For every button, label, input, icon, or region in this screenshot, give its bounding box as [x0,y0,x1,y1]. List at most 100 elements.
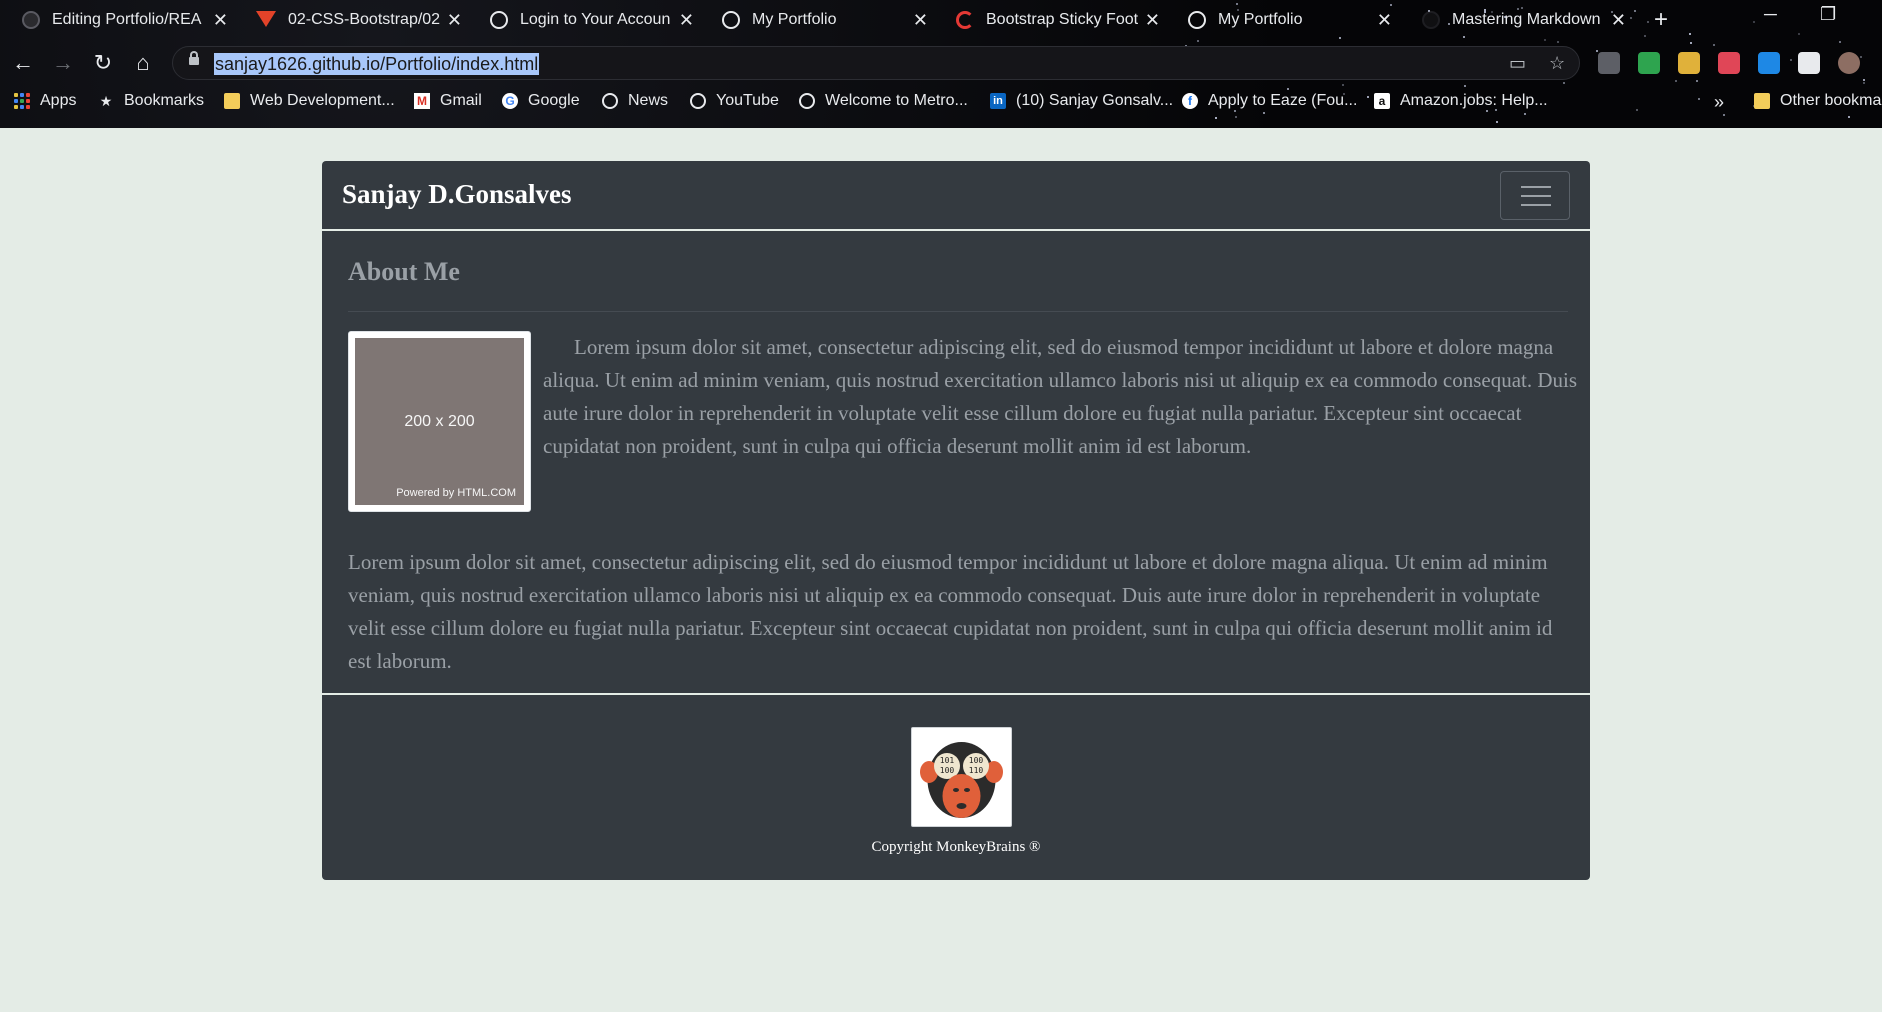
hamburger-icon [1521,204,1551,206]
globe-icon [690,93,706,109]
section-heading: About Me [348,257,460,286]
brand-link[interactable]: Sanjay D.Gonsalves [342,179,572,210]
star-decoration [1342,83,1345,86]
amazon-icon: a [1374,93,1390,109]
bookmark-news[interactable]: News [602,92,668,110]
bookmark-apps[interactable]: Apps [14,92,76,110]
bookmark-label: Amazon.jobs: Help... [1400,92,1548,109]
close-tab-icon[interactable]: ✕ [1145,10,1160,31]
tab-my-portfolio-2[interactable]: My Portfolio ✕ [1188,4,1392,36]
url-text[interactable]: sanjay1626.github.io/Portfolio/index.htm… [214,53,540,75]
placeholder-image: 200 x 200 Powered by HTML.COM [355,338,524,505]
extensions-puzzle-icon[interactable] [1798,52,1820,74]
site-footer: 101 100 100 110 Copyright MonkeyBrains ® [322,695,1590,880]
other-bookmarks[interactable]: Other bookmarks [1754,92,1882,110]
tab-title: Login to Your Account [520,11,670,28]
profile-avatar-icon[interactable] [1838,52,1860,74]
bookmark-linkedin[interactable]: in (10) Sanjay Gonsalv... [990,92,1173,110]
install-app-icon[interactable]: ▭ [1509,53,1526,74]
plus-icon: + [1654,6,1669,33]
hamburger-icon [1521,186,1551,188]
divider [348,311,1568,312]
bookmark-label: Web Development... [250,92,395,109]
extension-blue-icon[interactable] [1758,52,1780,74]
logo-digits: 110 [969,766,984,775]
bookmark-star-icon[interactable]: ☆ [1549,53,1565,74]
close-tab-icon[interactable]: ✕ [213,10,228,31]
bookmark-amazon-jobs[interactable]: a Amazon.jobs: Help... [1374,92,1548,110]
address-bar[interactable]: sanjay1626.github.io/Portfolio/index.htm… [172,46,1580,80]
close-tab-icon[interactable]: ✕ [679,10,694,31]
tab-title: Bootstrap Sticky Footer [986,11,1138,28]
back-button[interactable]: ← [8,48,38,78]
restore-button[interactable]: ❐ [1820,4,1836,25]
tab-mastering-markdown[interactable]: Mastering Markdown ✕ [1422,4,1626,36]
bookmark-label: Apply to Eaze (Fou... [1208,92,1358,109]
tab-editing-readme[interactable]: Editing Portfolio/READ ✕ [22,4,228,36]
reload-button[interactable]: ↻ [88,48,118,78]
lock-icon[interactable] [189,51,199,65]
tab-title: My Portfolio [1218,11,1303,28]
apps-grid-icon [14,93,30,109]
gmail-icon: M [414,93,430,109]
star-icon: ★ [99,92,113,109]
close-tab-icon[interactable]: ✕ [447,10,462,31]
linkedin-icon: in [990,93,1006,109]
bookmark-label: News [628,92,669,109]
google-drive-icon[interactable] [1638,52,1660,74]
globe-icon [1188,11,1206,29]
google-icon: G [502,93,518,109]
monkey-logo-icon: 101 100 100 110 [920,742,1003,818]
chevron-double-right-icon: » [1714,92,1725,112]
forward-button[interactable]: → [48,48,78,78]
bookmark-bookmarks[interactable]: ★ Bookmarks [98,92,204,110]
bookmark-google[interactable]: G Google [502,92,580,110]
image-credit: Powered by HTML.COM [396,487,516,499]
site-navbar: Sanjay D.Gonsalves [322,161,1590,229]
skype-icon[interactable] [1598,52,1620,74]
tab-css-bootstrap[interactable]: 02-CSS-Bootstrap/02-H ✕ [256,4,462,36]
bookmark-welcome-metro[interactable]: Welcome to Metro... [799,92,968,110]
bookmarks-overflow-button[interactable]: » [1714,92,1724,113]
close-tab-icon[interactable]: ✕ [1377,10,1392,31]
extension-red-arrow-icon[interactable] [1718,52,1740,74]
tab-title: My Portfolio [752,11,837,28]
bookmark-label: Other bookmarks [1780,92,1882,109]
bookmark-eaze[interactable]: f Apply to Eaze (Fou... [1182,92,1357,110]
star-decoration [1496,120,1499,123]
navbar-toggler-button[interactable] [1500,171,1570,220]
close-tab-icon[interactable]: ✕ [913,10,928,31]
bookmark-gmail[interactable]: M Gmail [414,92,482,110]
globe-icon [602,93,618,109]
tab-my-portfolio-1[interactable]: My Portfolio ✕ [722,4,928,36]
tab-login[interactable]: Login to Your Account ✕ [490,4,694,36]
image-size-label: 200 x 200 [404,413,475,430]
logo-digits: 100 [969,756,984,765]
bookmarks-bar: Apps ★ Bookmarks Web Development... M Gm… [0,88,1882,120]
tab-strip: Editing Portfolio/READ ✕ 02-CSS-Bootstra… [0,0,1882,42]
bookmark-label: Gmail [440,92,482,109]
hamburger-icon [1521,195,1551,197]
bookmark-web-development[interactable]: Web Development... [224,92,395,110]
about-paragraph-1: Lorem ipsum dolor sit amet, consectetur … [543,335,1578,458]
extension-colorful-icon[interactable] [1678,52,1700,74]
bookmark-label: (10) Sanjay Gonsalv... [1016,92,1174,109]
github-icon [22,11,40,29]
logo-digits: 100 [940,766,955,775]
globe-icon [490,11,508,29]
codecademy-icon [956,11,974,29]
home-button[interactable]: ⌂ [128,48,158,78]
new-tab-button[interactable]: + [1654,4,1678,36]
globe-icon [722,11,740,29]
copyright-text: Copyright MonkeyBrains ® [871,839,1041,855]
tab-sticky-footer[interactable]: Bootstrap Sticky Footer ✕ [956,4,1160,36]
about-paragraph-2: Lorem ipsum dolor sit amet, consectetur … [348,550,1553,673]
bookmark-youtube[interactable]: YouTube [690,92,779,110]
close-tab-icon[interactable]: ✕ [1611,10,1626,31]
portfolio-container: Sanjay D.Gonsalves About Me 200 x 200 Po… [322,161,1590,880]
bookmark-label: Bookmarks [124,92,205,109]
profile-image: 200 x 200 Powered by HTML.COM [348,331,531,512]
tab-title: Mastering Markdown [1452,11,1601,28]
tab-title: Editing Portfolio/READ [52,11,202,28]
minimize-button[interactable]: ─ [1764,4,1777,25]
